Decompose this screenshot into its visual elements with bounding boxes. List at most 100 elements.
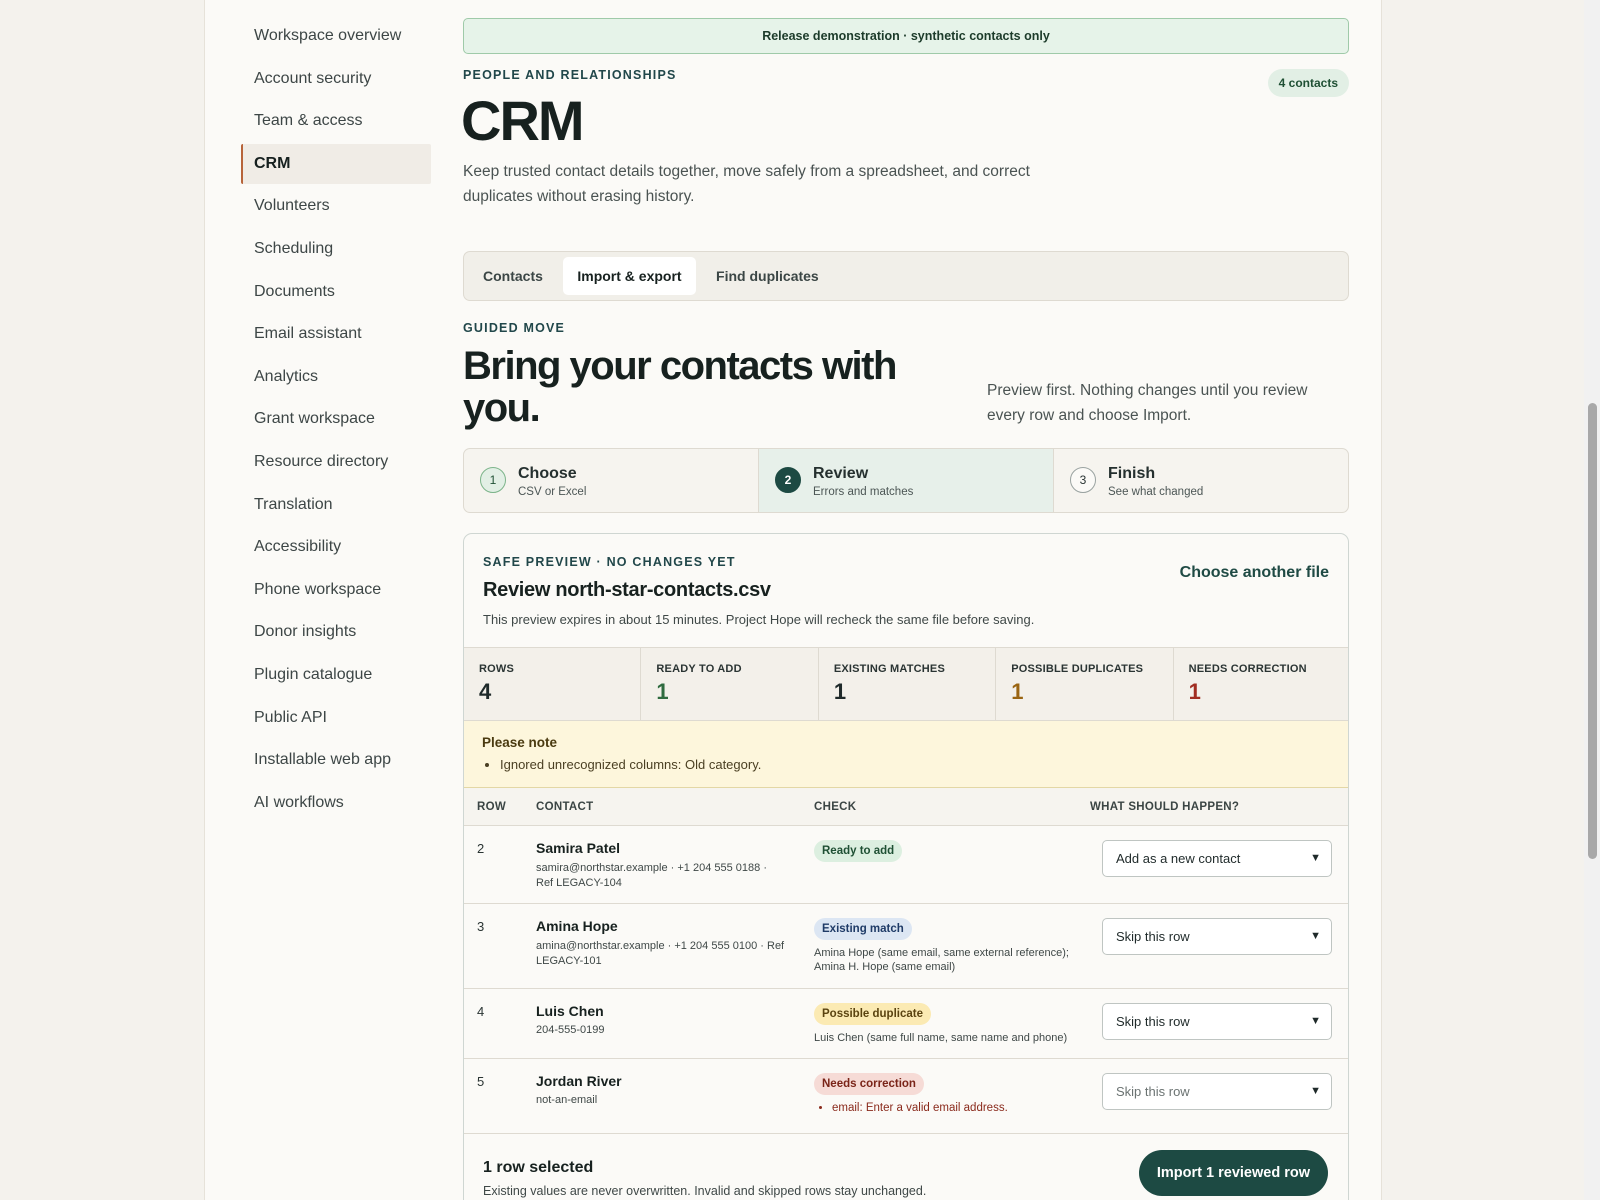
stat-label: POSSIBLE DUPLICATES (1011, 663, 1144, 675)
sidebar-item-phone-workspace[interactable]: Phone workspace (241, 570, 431, 610)
status-badge: Possible duplicate (814, 1003, 931, 1025)
sidebar-item-grant-workspace[interactable]: Grant workspace (241, 399, 431, 439)
stat-value: 1 (656, 679, 669, 704)
step-title: Choose (518, 465, 577, 482)
action-select[interactable]: Skip this row ▼ (1102, 918, 1332, 955)
action-select[interactable]: Skip this row ▼ (1102, 1003, 1332, 1040)
contact-name: Jordan River (536, 1073, 622, 1089)
tab-contacts[interactable]: Contacts (469, 257, 557, 295)
table-row: 5 Jordan River not-an-email Needs correc… (464, 1059, 1348, 1134)
scrollbar-thumb[interactable] (1588, 403, 1597, 859)
table-header: ROW CONTACT CHECK WHAT SHOULD HAPPEN? (464, 788, 1348, 826)
action-select-value: Skip this row (1116, 929, 1190, 944)
sidebar-item-volunteers[interactable]: Volunteers (241, 186, 431, 226)
sidebar-item-translation[interactable]: Translation (241, 485, 431, 525)
scrollbar[interactable] (1584, 0, 1600, 1200)
tab-find-duplicates[interactable]: Find duplicates (702, 257, 833, 295)
sidebar-item-donor-insights[interactable]: Donor insights (241, 612, 431, 652)
notice-item: Ignored unrecognized columns: Old catego… (500, 757, 1332, 772)
contacts-count-badge: 4 contacts (1267, 69, 1349, 97)
stat-label: ROWS (479, 663, 515, 675)
step-number: 2 (775, 467, 801, 493)
action-select[interactable]: Add as a new contact ▼ (1102, 840, 1332, 877)
chevron-down-icon: ▼ (1310, 1085, 1321, 1097)
column-header-contact: CONTACT (536, 801, 594, 813)
row-number: 3 (477, 919, 485, 934)
sidebar-item-documents[interactable]: Documents (241, 272, 431, 312)
row-number: 5 (477, 1074, 485, 1089)
status-badge: Ready to add (814, 840, 903, 862)
column-header-action: WHAT SHOULD HAPPEN? (1090, 801, 1240, 813)
preview-title: Review north-star-contacts.csv (483, 579, 771, 601)
stat-value: 4 (479, 679, 492, 704)
tab-import-export[interactable]: Import & export (563, 257, 696, 295)
action-select-value: Skip this row (1116, 1014, 1190, 1029)
sidebar-item-crm[interactable]: CRM (241, 143, 431, 184)
sidebar-item-scheduling[interactable]: Scheduling (241, 229, 431, 269)
contact-name: Samira Patel (536, 840, 621, 856)
contact-detail: 204-555-0199 (536, 1024, 605, 1036)
notice-box: Please note Ignored unrecognized columns… (464, 721, 1348, 788)
section-note: Preview first. Nothing changes until you… (987, 382, 1308, 424)
sidebar-item-public-api[interactable]: Public API (241, 698, 431, 738)
sidebar-item-analytics[interactable]: Analytics (241, 357, 431, 397)
preview-eyebrow: SAFE PREVIEW · NO CHANGES YET (483, 555, 736, 569)
import-steps: 1 Choose CSV or Excel 2 Review Errors an… (463, 448, 1349, 513)
table-row: 2 Samira Patel samira@northstar.example … (464, 826, 1348, 904)
page-eyebrow: PEOPLE AND RELATIONSHIPS (463, 68, 677, 82)
row-number: 2 (477, 841, 485, 856)
chevron-down-icon: ▼ (1310, 930, 1321, 942)
stat-value: 1 (1188, 679, 1201, 704)
stat-rows: ROWS 4 (464, 648, 642, 720)
step-choose: 1 Choose CSV or Excel (464, 449, 759, 512)
row-number: 4 (477, 1004, 485, 1019)
notice-title: Please note (482, 735, 558, 750)
crm-tabs: Contacts Import & export Find duplicates (463, 251, 1349, 301)
step-subtitle: Errors and matches (813, 486, 914, 498)
contact-detail: not-an-email (536, 1094, 598, 1106)
chevron-down-icon: ▼ (1310, 852, 1321, 864)
step-title: Review (813, 465, 869, 482)
stat-existing-matches: EXISTING MATCHES 1 (819, 648, 997, 720)
stat-possible-duplicates: POSSIBLE DUPLICATES 1 (996, 648, 1174, 720)
notice-list: Ignored unrecognized columns: Old catego… (482, 757, 1332, 772)
section-title: Bring your contacts with you. (463, 344, 897, 430)
sidebar-item-resource-directory[interactable]: Resource directory (241, 442, 431, 482)
sidebar-nav: Workspace overview Account security Team… (241, 16, 431, 825)
sidebar-item-email-assistant[interactable]: Email assistant (241, 314, 431, 354)
contact-name: Luis Chen (536, 1003, 604, 1019)
demo-banner: Release demonstration · synthetic contac… (463, 18, 1349, 54)
chevron-down-icon: ▼ (1310, 1015, 1321, 1027)
page-intro: Keep trusted contact details together, m… (463, 163, 1030, 205)
sidebar-item-ai-workflows[interactable]: AI workflows (241, 783, 431, 823)
stats-bar: ROWS 4 READY TO ADD 1 EXISTING MATCHES 1… (464, 647, 1348, 721)
status-badge: Needs correction (814, 1073, 924, 1095)
status-badge: Existing match (814, 918, 912, 940)
sidebar-item-installable-web-app[interactable]: Installable web app (241, 740, 431, 780)
sidebar-item-account-security[interactable]: Account security (241, 59, 431, 99)
action-select[interactable]: Skip this row ▼ (1102, 1073, 1332, 1110)
choose-another-file-link[interactable]: Choose another file (1180, 564, 1329, 582)
import-button[interactable]: Import 1 reviewed row (1138, 1150, 1328, 1196)
table-row: 4 Luis Chen 204-555-0199 Possible duplic… (464, 989, 1348, 1059)
sidebar-item-plugin-catalogue[interactable]: Plugin catalogue (241, 655, 431, 695)
action-select-value: Skip this row (1116, 1084, 1190, 1099)
stat-value: 1 (833, 679, 847, 704)
contact-name: Amina Hope (536, 918, 618, 934)
stat-ready-to-add: READY TO ADD 1 (641, 648, 819, 720)
step-subtitle: See what changed (1108, 486, 1204, 498)
selection-note: Existing values are never overwritten. I… (483, 1184, 927, 1198)
sidebar-item-team-access[interactable]: Team & access (241, 101, 431, 141)
sidebar-item-workspace-overview[interactable]: Workspace overview (241, 16, 431, 56)
sidebar-item-accessibility[interactable]: Accessibility (241, 527, 431, 567)
contact-detail: samira@northstar.example · +1 204 555 01… (536, 862, 767, 889)
step-title: Finish (1108, 465, 1156, 482)
page-panel: Workspace overview Account security Team… (204, 0, 1382, 1200)
check-detail: Amina Hope (same email, same external re… (814, 947, 1069, 973)
check-detail: Luis Chen (same full name, same name and… (814, 1032, 1068, 1044)
stat-value: 1 (1011, 679, 1024, 704)
table-row: 3 Amina Hope amina@northstar.example · +… (464, 904, 1348, 989)
step-review: 2 Review Errors and matches (759, 449, 1054, 512)
column-header-row: ROW (477, 801, 507, 813)
stat-label: NEEDS CORRECTION (1188, 663, 1307, 675)
